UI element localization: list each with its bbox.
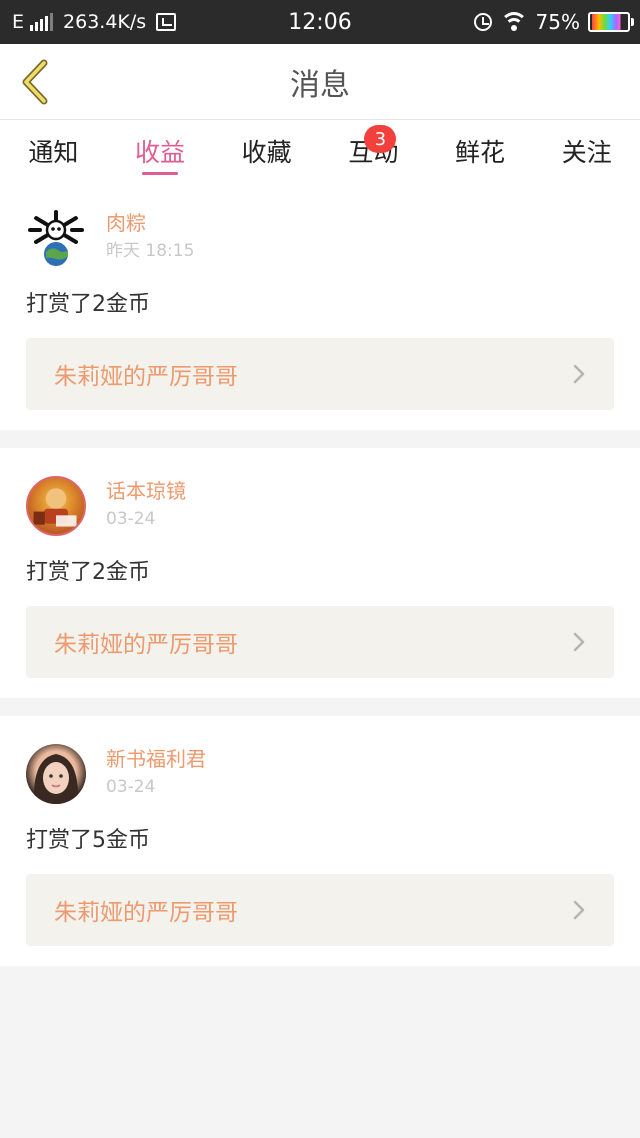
list-item: 话本琼镜 03-24 打赏了2金币 朱莉娅的严厉哥哥 <box>0 448 640 698</box>
unread-badge: 3 <box>364 125 397 153</box>
avatar[interactable] <box>26 744 86 804</box>
message-meta: 新书福利君 03-24 <box>106 744 206 802</box>
status-left: E 263.4K/s <box>0 11 177 33</box>
sender-name[interactable]: 肉粽 <box>106 210 194 236</box>
tab-label: 收益 <box>135 138 186 167</box>
message-text: 打赏了5金币 <box>26 828 150 853</box>
message-meta: 话本琼镜 03-24 <box>106 476 186 534</box>
tab-label: 关注 <box>561 138 612 167</box>
tab-bar: 通知 收益 收藏 互动 3 鲜花 关注 <box>0 120 640 180</box>
book-title: 朱莉娅的严厉哥哥 <box>54 364 238 390</box>
tab-interactions[interactable]: 互动 3 <box>320 120 427 180</box>
network-speed: 263.4K/s <box>63 11 147 33</box>
status-right: 75% <box>473 10 640 34</box>
tab-follows[interactable]: 关注 <box>533 120 640 180</box>
network-type: E <box>12 11 25 33</box>
message-time: 03-24 <box>106 509 156 529</box>
tab-earnings[interactable]: 收益 <box>107 120 214 180</box>
sender-name[interactable]: 话本琼镜 <box>106 478 186 504</box>
sender-name[interactable]: 新书福利君 <box>106 746 206 772</box>
alarm-icon <box>473 13 492 31</box>
chevron-left-icon <box>22 59 48 105</box>
cartoon-avatar-icon <box>33 488 77 527</box>
message-time: 昨天 18:15 <box>106 241 195 261</box>
message-meta: 肉粽 昨天 18:15 <box>106 208 194 266</box>
battery-icon <box>588 12 634 32</box>
book-link[interactable]: 朱莉娅的严厉哥哥 <box>26 606 614 678</box>
list-item: 肉粽 昨天 18:15 打赏了2金币 朱莉娅的严厉哥哥 <box>0 180 640 430</box>
tab-favorites[interactable]: 收藏 <box>213 120 320 180</box>
list-item: 新书福利君 03-24 打赏了5金币 朱莉娅的严厉哥哥 <box>0 716 640 966</box>
app-header: 消息 <box>0 44 640 120</box>
tab-label-wrap: 互动 3 <box>348 125 398 169</box>
avatar[interactable] <box>26 208 86 268</box>
screenshot-icon <box>156 13 177 31</box>
status-bar: E 263.4K/s 12:06 75% <box>0 0 640 44</box>
message-text: 打赏了2金币 <box>26 292 150 317</box>
message-header: 话本琼镜 03-24 <box>26 476 614 538</box>
message-list: 肉粽 昨天 18:15 打赏了2金币 朱莉娅的严厉哥哥 话本琼镜 03-24 打… <box>0 180 640 984</box>
skull-globe-icon <box>28 210 84 266</box>
page-title: 消息 <box>290 68 350 103</box>
avatar[interactable] <box>26 476 86 536</box>
book-link[interactable]: 朱莉娅的严厉哥哥 <box>26 338 614 410</box>
tab-label: 收藏 <box>241 138 292 167</box>
back-button[interactable] <box>12 58 58 106</box>
girl-avatar-icon <box>33 754 79 804</box>
message-header: 肉粽 昨天 18:15 <box>26 208 614 270</box>
book-title: 朱莉娅的严厉哥哥 <box>54 900 238 926</box>
message-time: 03-24 <box>106 777 156 797</box>
wifi-icon <box>499 12 528 32</box>
active-tab-indicator <box>142 172 178 175</box>
chevron-right-icon <box>573 632 585 652</box>
book-link[interactable]: 朱莉娅的严厉哥哥 <box>26 874 614 946</box>
message-header: 新书福利君 03-24 <box>26 744 614 806</box>
signal-icon <box>30 13 54 31</box>
book-title: 朱莉娅的严厉哥哥 <box>54 632 238 658</box>
tab-flowers[interactable]: 鲜花 <box>427 120 534 180</box>
tab-notifications[interactable]: 通知 <box>0 120 107 180</box>
tab-label: 鲜花 <box>455 138 506 167</box>
battery-percent: 75% <box>535 10 580 34</box>
message-text: 打赏了2金币 <box>26 560 150 585</box>
chevron-right-icon <box>573 364 585 384</box>
chevron-right-icon <box>573 900 585 920</box>
tab-label: 通知 <box>28 138 79 167</box>
